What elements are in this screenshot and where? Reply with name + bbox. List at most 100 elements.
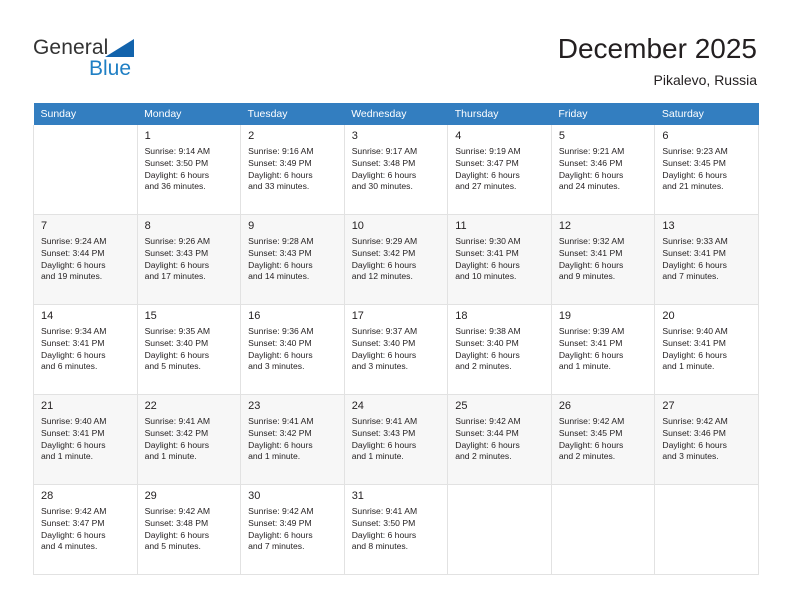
sunset-text: Sunset: 3:45 PM [662,157,726,168]
calendar-day-cell[interactable]: 30 Sunrise: 9:42 AM Sunset: 3:49 PM Dayligh… [240,484,345,575]
day-number: 3 [351,130,358,142]
sunset-text: Sunset: 3:40 PM [455,337,519,348]
calendar-day-cell[interactable]: 4 Sunrise: 9:19 AM Sunset: 3:47 PM Daylight… [447,125,552,215]
calendar-day-cell[interactable]: 23 Sunrise: 9:41 AM Sunset: 3:42 PM Dayligh… [240,394,345,485]
daylight-text-line1: Daylight: 6 hours [248,529,313,540]
day-number: 24 [351,400,364,412]
calendar-day-cell[interactable]: 20 Sunrise: 9:40 AM Sunset: 3:41 PM Dayligh… [654,304,759,395]
calendar-day-cell[interactable]: 18 Sunrise: 9:38 AM Sunset: 3:40 PM Dayligh… [447,304,552,395]
day-number: 19 [558,310,572,322]
day-number: 1 [144,130,151,142]
sunrise-text: Sunrise: 9:23 AM [662,146,728,156]
day-cell-inner: 22 Sunrise: 9:41 AM Sunset: 3:42 PM Dayligh… [137,395,241,480]
sunset-text: Sunset: 3:44 PM [455,427,519,438]
calendar-cell-empty [447,484,552,575]
sunset-text: Sunset: 3:40 PM [144,337,209,348]
sunrise-text: Sunrise: 9:35 AM [144,326,211,336]
calendar-day-cell[interactable]: 7 Sunrise: 9:24 AM Sunset: 3:44 PM Daylight… [33,214,138,305]
day-cell-inner: 28 Sunrise: 9:42 AM Sunset: 3:47 PM Dayligh… [34,485,137,570]
calendar-header-row: Sunday Monday Tuesday Wednesday Thursday Frid… [33,103,759,125]
sunrise-text: Sunrise: 9:42 AM [41,506,107,516]
calendar-day-cell[interactable]: 2 Sunrise: 9:16 AM Sunset: 3:49 PM Daylight… [240,125,345,215]
calendar-day-cell[interactable]: 15 Sunrise: 9:35 AM Sunset: 3:40 PM Dayligh… [136,304,242,395]
daylight-text-line2: and 2 minutes. [558,451,616,462]
calendar-day-cell[interactable]: 24 Sunrise: 9:41 AM Sunset: 3:43 PM Dayligh… [343,394,449,485]
calendar-day-cell[interactable]: 9 Sunrise: 9:28 AM Sunset: 3:43 PM Daylight… [240,214,345,305]
day-cell-inner: 7 Sunrise: 9:24 AM Sunset: 3:44 PM Daylight… [34,215,137,300]
calendar-day-cell[interactable]: 26 Sunrise: 9:42 AM Sunset: 3:45 PM Dayligh… [550,394,656,485]
calendar-day-cell[interactable]: 17 Sunrise: 9:37 AM Sunset: 3:40 PM Dayligh… [343,304,449,395]
daylight-text-line2: and 1 minute. [144,451,197,462]
daylight-text-line1: Daylight: 6 hours [558,169,624,180]
sunrise-text: Sunrise: 9:14 AM [144,146,211,156]
sunset-text: Sunset: 3:50 PM [351,517,416,528]
page-subtitle-location: Pikalevo, Russia [653,72,758,88]
daylight-text-line2: and 17 minutes. [144,271,206,282]
daylight-text-line2: and 5 minutes. [144,541,201,552]
day-number: 16 [248,310,261,322]
calendar-day-cell[interactable]: 25 Sunrise: 9:42 AM Sunset: 3:44 PM Dayligh… [447,394,552,485]
calendar-day-cell[interactable]: 22 Sunrise: 9:41 AM Sunset: 3:42 PM Dayligh… [136,394,242,485]
daylight-text-line1: Daylight: 6 hours [248,169,313,180]
daylight-text-line1: Daylight: 6 hours [41,529,106,540]
calendar-day-cell[interactable]: 21 Sunrise: 9:40 AM Sunset: 3:41 PM Dayligh… [33,394,138,485]
daylight-text-line1: Daylight: 6 hours [41,439,106,450]
day-cell-inner: 27 Sunrise: 9:42 AM Sunset: 3:46 PM Dayligh… [655,395,758,480]
day-number: 20 [662,310,675,322]
calendar-day-cell[interactable]: 28 Sunrise: 9:42 AM Sunset: 3:47 PM Dayligh… [33,484,138,575]
calendar-day-cell[interactable]: 11 Sunrise: 9:30 AM Sunset: 3:41 PM Dayligh… [447,214,552,305]
calendar-day-cell[interactable]: 5 Sunrise: 9:21 AM Sunset: 3:46 PM Daylight… [550,125,656,215]
sunrise-text: Sunrise: 9:41 AM [144,416,211,426]
calendar-cell-empty [33,125,138,215]
day-number: 14 [41,310,54,322]
calendar-day-cell[interactable]: 12 Sunrise: 9:32 AM Sunset: 3:41 PM Dayligh… [550,214,656,305]
day-number: 28 [41,490,54,502]
daylight-text-line2: and 9 minutes. [558,271,616,282]
calendar-day-cell[interactable]: 8 Sunrise: 9:26 AM Sunset: 3:43 PM Daylight… [136,214,242,305]
calendar-day-cell[interactable]: 19 Sunrise: 9:39 AM Sunset: 3:41 PM Dayligh… [550,304,656,395]
sunrise-text: Sunrise: 9:29 AM [351,236,418,246]
sunrise-text: Sunrise: 9:38 AM [455,326,521,336]
calendar-day-cell[interactable]: 3 Sunrise: 9:17 AM Sunset: 3:48 PM Daylight… [343,125,449,215]
sunrise-text: Sunrise: 9:41 AM [248,416,314,426]
weekday-header-sunday: Sunday [33,103,138,125]
day-number: 25 [455,400,468,412]
calendar-day-cell[interactable]: 1 Sunrise: 9:14 AM Sunset: 3:50 PM Daylight… [136,125,242,215]
sunrise-text: Sunrise: 9:36 AM [248,326,314,336]
calendar-week-row: 7 Sunrise: 9:24 AM Sunset: 3:44 PM Daylight… [33,214,759,305]
sunset-text: Sunset: 3:41 PM [558,337,623,348]
daylight-text-line2: and 1 minute. [351,451,404,462]
calendar-day-cell[interactable]: 16 Sunrise: 9:36 AM Sunset: 3:40 PM Dayligh… [240,304,345,395]
sunrise-text: Sunrise: 9:41 AM [351,506,418,516]
calendar-day-cell[interactable]: 27 Sunrise: 9:42 AM Sunset: 3:46 PM Dayligh… [654,394,759,485]
calendar-day-cell[interactable]: 10 Sunrise: 9:29 AM Sunset: 3:42 PM Dayligh… [343,214,449,305]
day-number: 7 [41,220,48,232]
day-number: 11 [455,220,467,232]
sunset-text: Sunset: 3:43 PM [248,247,312,258]
day-number: 31 [351,490,364,502]
day-cell-inner: 5 Sunrise: 9:21 AM Sunset: 3:46 PM Daylight… [552,125,655,210]
general-blue-logo[interactable]: General Blue [33,36,193,86]
calendar-day-cell[interactable]: 31 Sunrise: 9:41 AM Sunset: 3:50 PM Dayligh… [343,484,449,575]
day-number: 4 [455,130,462,142]
calendar-day-cell[interactable]: 13 Sunrise: 9:33 AM Sunset: 3:41 PM Dayligh… [654,214,759,305]
daylight-text-line1: Daylight: 6 hours [41,259,106,270]
daylight-text-line2: and 3 minutes. [248,361,305,372]
sunrise-text: Sunrise: 9:26 AM [144,236,211,246]
sunset-text: Sunset: 3:42 PM [351,247,416,258]
day-number: 21 [41,400,54,412]
daylight-text-line2: and 7 minutes. [248,541,305,552]
calendar-day-cell[interactable]: 6 Sunrise: 9:23 AM Sunset: 3:45 PM Daylight… [654,125,759,215]
sunrise-text: Sunrise: 9:30 AM [455,236,521,246]
day-cell-inner: 19 Sunrise: 9:39 AM Sunset: 3:41 PM Dayligh… [552,305,655,390]
calendar-day-cell[interactable]: 14 Sunrise: 9:34 AM Sunset: 3:41 PM Dayligh… [33,304,138,395]
day-cell-inner: 10 Sunrise: 9:29 AM Sunset: 3:42 PM Dayligh… [344,215,448,300]
day-number: 6 [662,130,669,142]
day-cell-inner: 21 Sunrise: 9:40 AM Sunset: 3:41 PM Dayligh… [34,395,137,480]
calendar-day-cell[interactable]: 29 Sunrise: 9:42 AM Sunset: 3:48 PM Dayligh… [136,484,242,575]
calendar-week-row: 28 Sunrise: 9:42 AM Sunset: 3:47 PM Dayligh… [33,484,759,575]
sunset-text: Sunset: 3:40 PM [351,337,416,348]
day-number: 23 [248,400,261,412]
sunset-text: Sunset: 3:40 PM [248,337,312,348]
day-cell-inner: 31 Sunrise: 9:41 AM Sunset: 3:50 PM Dayligh… [345,485,448,570]
